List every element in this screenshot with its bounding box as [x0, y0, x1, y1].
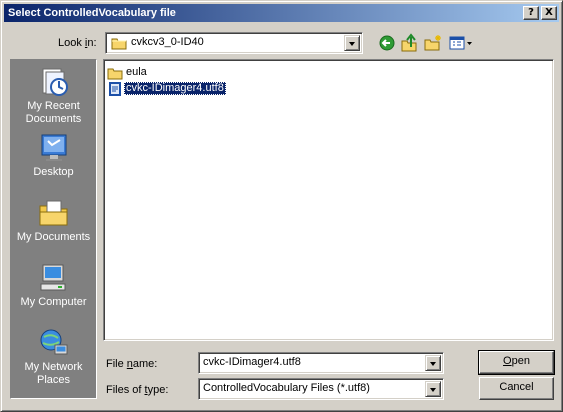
file-type-dropdown[interactable]: ControlledVocabulary Files (*.utf8): [198, 378, 444, 400]
place-my-network-places[interactable]: My Network Places: [11, 325, 96, 387]
place-my-documents[interactable]: My Documents: [11, 195, 96, 257]
cancel-button[interactable]: Cancel: [479, 377, 554, 400]
file-type-label: Files of type:: [106, 384, 169, 396]
my-computer-icon: [40, 264, 66, 291]
back-icon[interactable]: [377, 33, 399, 53]
recent-documents-icon: [42, 68, 68, 96]
look-in-dropdown[interactable]: cvkcv3_0-ID40: [105, 32, 363, 54]
file-icon: [109, 82, 121, 96]
look-in-label: Look in:: [58, 37, 97, 49]
window-title: Select ControlledVocabulary file: [8, 7, 176, 19]
close-button[interactable]: X: [541, 6, 557, 20]
file-dialog-window: Select ControlledVocabulary file ? X Loo…: [0, 0, 563, 412]
my-documents-icon: [39, 200, 68, 226]
place-label: My Network Places: [24, 361, 83, 386]
place-my-computer[interactable]: My Computer: [11, 260, 96, 322]
file-list[interactable]: eula cvkc-IDimager4.utf8: [103, 59, 554, 341]
network-places-icon: [40, 329, 68, 355]
place-my-recent-documents[interactable]: My Recent Documents: [11, 64, 96, 126]
file-type-value: ControlledVocabulary Files (*.utf8): [203, 382, 370, 394]
place-label: My Documents: [16, 231, 91, 243]
place-desktop[interactable]: Desktop: [11, 130, 96, 192]
help-button[interactable]: ?: [523, 6, 539, 20]
up-one-level-icon[interactable]: [399, 33, 421, 53]
file-name-value: cvkc-IDimager4.utf8: [203, 356, 301, 368]
file-name-dropdown-arrow[interactable]: [425, 355, 441, 371]
folder-icon: [111, 36, 127, 53]
file-name: cvkc-IDimager4.utf8: [124, 82, 226, 95]
place-label: My Computer: [20, 296, 87, 308]
file-name: eula: [126, 66, 147, 78]
file-type-dropdown-arrow[interactable]: [425, 381, 441, 397]
place-label: Desktop: [33, 166, 74, 178]
file-name-input[interactable]: cvkc-IDimager4.utf8: [198, 352, 444, 374]
open-button[interactable]: Open: [478, 350, 555, 375]
new-folder-icon[interactable]: [422, 33, 444, 53]
file-name-label: File name:: [106, 358, 158, 370]
folder-icon: [107, 68, 123, 80]
desktop-icon: [41, 134, 67, 161]
title-bar[interactable]: Select ControlledVocabulary file ? X: [4, 4, 559, 22]
places-bar: My Recent Documents Desktop My Documents…: [10, 59, 97, 399]
place-label: My Recent Documents: [25, 100, 82, 125]
look-in-dropdown-arrow[interactable]: [344, 35, 360, 51]
view-menu-icon[interactable]: [447, 33, 475, 53]
look-in-value: cvkcv3_0-ID40: [131, 36, 204, 48]
